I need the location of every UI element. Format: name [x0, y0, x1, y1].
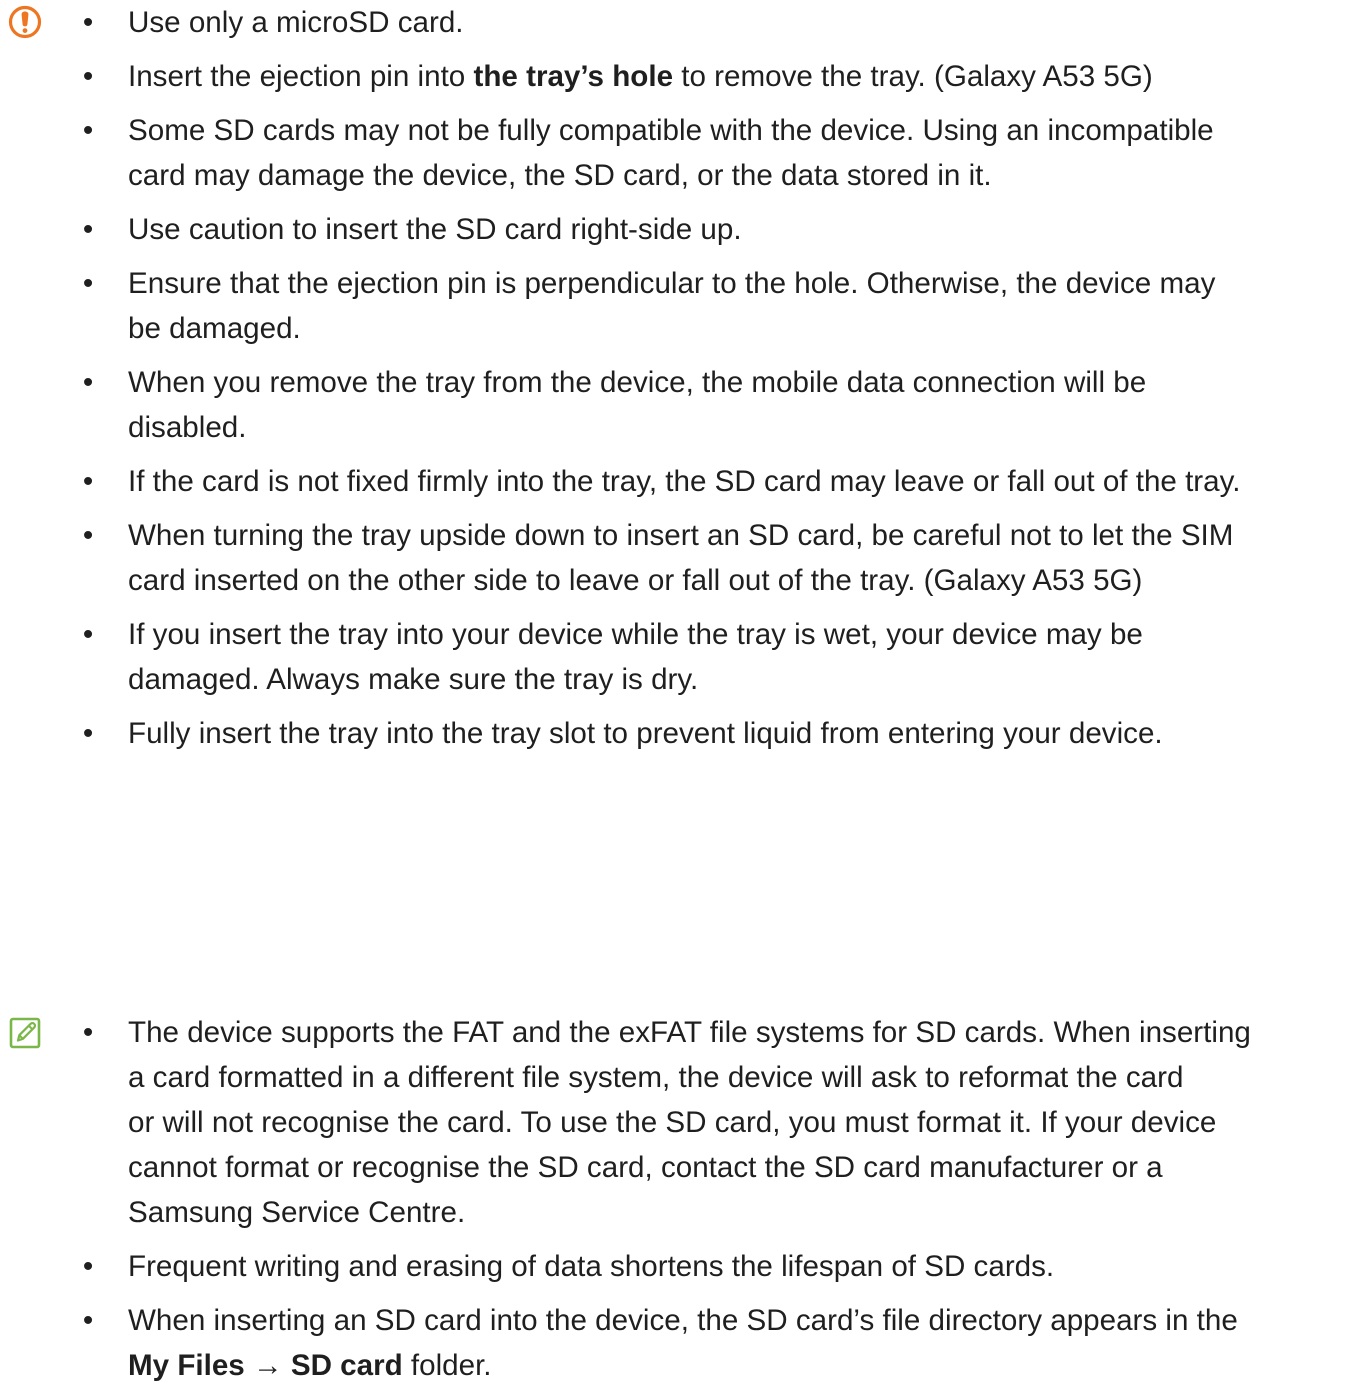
- item-text: When turning the tray upside down to ins…: [128, 519, 1234, 552]
- bullet: •: [82, 366, 94, 399]
- item-text: disabled.: [128, 411, 247, 444]
- item-text: When you remove the tray from the device…: [128, 366, 1147, 399]
- list-item: • The device supports the FAT and the ex…: [78, 1010, 1348, 1235]
- bullet: •: [82, 1016, 94, 1049]
- list-item: • Insert the ejection pin into the tray’…: [78, 54, 1348, 99]
- bullet: •: [82, 60, 94, 93]
- item-text: If you insert the tray into your device …: [128, 618, 1143, 651]
- caution-icon: [8, 5, 42, 39]
- note-list: • The device supports the FAT and the ex…: [78, 1010, 1348, 1388]
- item-text: or will not recognise the card. To use t…: [128, 1106, 1217, 1139]
- item-text: cannot format or recognise the SD card, …: [128, 1151, 1163, 1184]
- item-emphasis: My Files: [128, 1349, 245, 1382]
- item-emphasis: SD card: [290, 1349, 403, 1382]
- list-item: • When you remove the tray from the devi…: [78, 360, 1348, 450]
- bullet: •: [82, 465, 94, 498]
- list-item: • Fully insert the tray into the tray sl…: [78, 711, 1348, 756]
- bullet: •: [82, 1304, 94, 1337]
- item-text: Ensure that the ejection pin is perpendi…: [128, 267, 1216, 300]
- bullet: •: [82, 717, 94, 750]
- list-item: • When inserting an SD card into the dev…: [78, 1298, 1348, 1388]
- item-text: Some SD cards may not be fully compatibl…: [128, 114, 1214, 147]
- item-text: Use caution to insert the SD card right-…: [128, 213, 742, 246]
- bullet: •: [82, 267, 94, 300]
- item-text: Use only a microSD card.: [128, 6, 464, 39]
- list-item: • Use only a microSD card.: [78, 0, 1348, 45]
- bullet: •: [82, 1250, 94, 1283]
- item-text: When inserting an SD card into the devic…: [128, 1304, 1238, 1337]
- item-text: Frequent writing and erasing of data sho…: [128, 1250, 1055, 1283]
- caution-list: • Use only a microSD card. • Insert the …: [78, 0, 1348, 756]
- item-text: Insert the ejection pin into: [128, 60, 474, 93]
- list-item: • Use caution to insert the SD card righ…: [78, 207, 1348, 252]
- item-text: Samsung Service Centre.: [128, 1196, 466, 1229]
- list-item: • Some SD cards may not be fully compati…: [78, 108, 1348, 198]
- item-text: folder.: [402, 1349, 492, 1382]
- arrow-glyph: →: [253, 1349, 283, 1382]
- list-item: • Ensure that the ejection pin is perpen…: [78, 261, 1348, 351]
- item-text: If the card is not fixed firmly into the…: [128, 465, 1241, 498]
- item-text: card inserted on the other side to leave…: [128, 564, 1143, 597]
- item-text: to remove the tray. (Galaxy A53 5G): [673, 60, 1153, 93]
- list-item: • If the card is not fixed firmly into t…: [78, 459, 1348, 504]
- item-text: a card formatted in a different file sys…: [128, 1061, 1184, 1094]
- note-pencil-icon: [8, 1016, 42, 1050]
- item-text: Fully insert the tray into the tray slot…: [128, 717, 1163, 750]
- item-text: card may damage the device, the SD card,…: [128, 159, 992, 192]
- list-item: • When turning the tray upside down to i…: [78, 513, 1348, 603]
- bullet: •: [82, 114, 94, 147]
- item-text: damaged. Always make sure the tray is dr…: [128, 663, 699, 696]
- bullet: •: [82, 6, 94, 39]
- item-text: be damaged.: [128, 312, 301, 345]
- list-item: • If you insert the tray into your devic…: [78, 612, 1348, 702]
- item-text: The device supports the FAT and the exFA…: [128, 1016, 1251, 1049]
- bullet: •: [82, 618, 94, 651]
- bullet: •: [82, 213, 94, 246]
- bullet: •: [82, 519, 94, 552]
- list-item: • Frequent writing and erasing of data s…: [78, 1244, 1348, 1289]
- item-emphasis: the tray’s hole: [473, 60, 674, 93]
